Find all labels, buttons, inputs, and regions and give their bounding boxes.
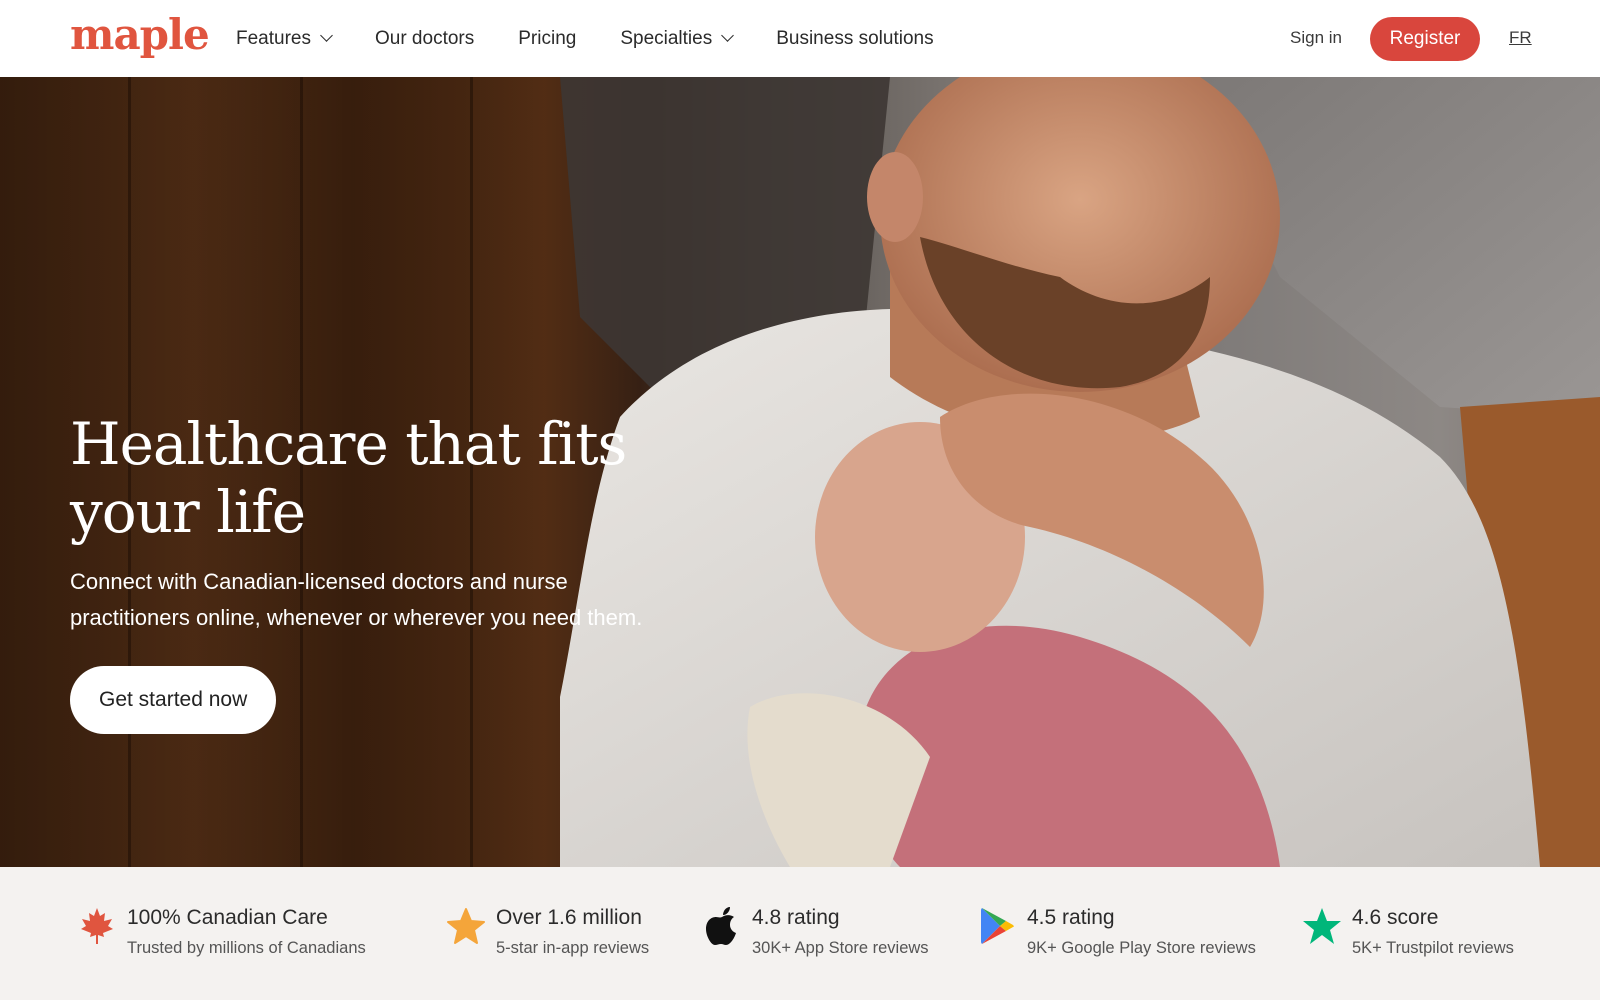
stat-title: 100% Canadian Care — [127, 906, 328, 929]
nav-item-specialties[interactable]: Specialties — [620, 27, 735, 50]
nav-item-label: Specialties — [620, 27, 713, 49]
stat-text: 4.6 score 5K+ Trustpilot reviews — [1352, 904, 1514, 961]
nav-item-label: Business solutions — [776, 27, 934, 49]
stat-google-play: 4.5 rating 9K+ Google Play Store reviews — [975, 904, 1256, 961]
stat-text: 4.5 rating 9K+ Google Play Store reviews — [1027, 904, 1256, 961]
stat-in-app-reviews: Over 1.6 million 5-star in-app reviews — [444, 904, 649, 961]
nav-item-label: Features — [236, 27, 311, 49]
stat-subtitle: 30K+ App Store reviews — [752, 939, 929, 957]
stat-subtitle: 5K+ Trustpilot reviews — [1352, 939, 1514, 957]
stat-canadian-care: 100% Canadian Care Trusted by millions o… — [75, 904, 366, 961]
stat-trustpilot: 4.6 score 5K+ Trustpilot reviews — [1300, 904, 1514, 961]
register-button[interactable]: Register — [1370, 17, 1480, 61]
nav-item-pricing[interactable]: Pricing — [518, 28, 576, 50]
stat-subtitle: Trusted by millions of Canadians — [127, 939, 366, 957]
nav-item-label: Our doctors — [374, 27, 475, 49]
maple-logo[interactable]: maple — [70, 10, 210, 59]
nav-item-features[interactable]: Features — [236, 27, 333, 50]
sign-in-link[interactable]: Sign in — [1290, 28, 1342, 48]
apple-icon — [700, 904, 744, 948]
stat-text: 4.8 rating 30K+ App Store reviews — [752, 904, 929, 961]
stat-subtitle: 9K+ Google Play Store reviews — [1027, 939, 1256, 957]
stat-title: Over 1.6 million — [496, 906, 642, 929]
chevron-down-icon — [320, 29, 333, 42]
stat-text: 100% Canadian Care Trusted by millions o… — [127, 904, 366, 961]
google-play-icon — [975, 904, 1019, 948]
stat-app-store: 4.8 rating 30K+ App Store reviews — [700, 904, 929, 961]
stat-title: 4.5 rating — [1027, 906, 1115, 929]
language-toggle-link[interactable]: FR — [1509, 28, 1532, 48]
main-nav: Features Our doctors Pricing Specialties… — [236, 0, 978, 77]
hero-content: Healthcare that fits your life Connect w… — [70, 410, 690, 734]
nav-item-our-doctors[interactable]: Our doctors — [375, 28, 474, 50]
hero-photo-illustration — [560, 77, 1600, 867]
trust-stats-bar: 100% Canadian Care Trusted by millions o… — [0, 867, 1600, 1000]
stat-title: 4.8 rating — [752, 906, 840, 929]
stat-title: 4.6 score — [1352, 906, 1439, 929]
hero-section: Healthcare that fits your life Connect w… — [0, 77, 1600, 867]
stat-subtitle: 5-star in-app reviews — [496, 939, 650, 957]
get-started-button[interactable]: Get started now — [70, 666, 277, 734]
chevron-down-icon — [721, 29, 735, 42]
hero-title-line: Healthcare that fits — [70, 410, 627, 478]
star-icon — [444, 904, 488, 948]
nav-item-business-solutions[interactable]: Business solutions — [776, 28, 933, 50]
hero-title-line: your life — [70, 478, 306, 546]
top-navbar: maple Features Our doctors Pricing Speci… — [0, 0, 1600, 77]
maple-leaf-icon — [75, 904, 119, 948]
nav-item-label: Pricing — [518, 27, 577, 49]
trustpilot-star-icon — [1300, 904, 1344, 948]
stat-text: Over 1.6 million 5-star in-app reviews — [496, 904, 649, 961]
hero-subtitle: Connect with Canadian-licensed doctors a… — [70, 569, 643, 630]
hero-title: Healthcare that fits your life — [70, 410, 690, 546]
